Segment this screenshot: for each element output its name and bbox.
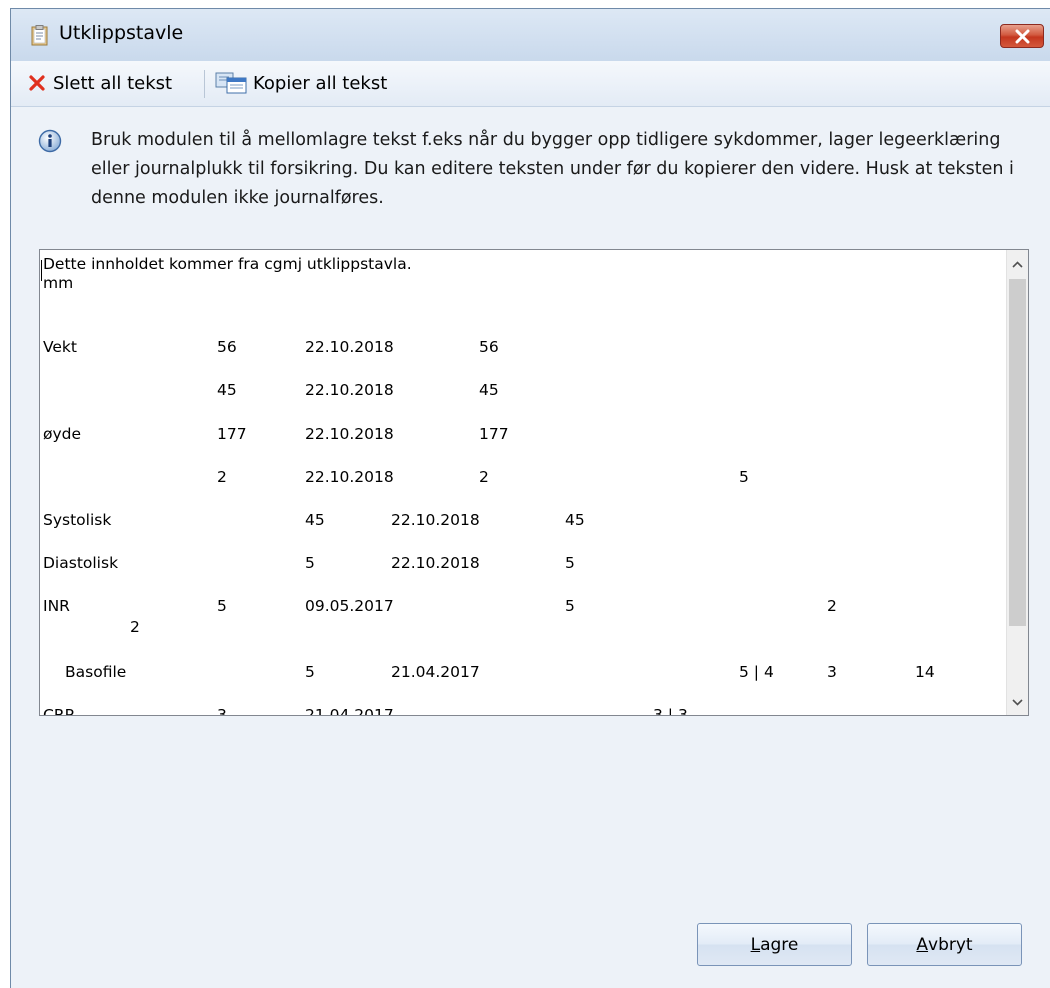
vertical-scrollbar[interactable] (1006, 250, 1028, 715)
text-cell: 56 (217, 338, 237, 357)
text-cell: 5 (217, 597, 227, 616)
toolbar: Slett all tekst Kopier all tekst (11, 61, 1050, 107)
text-cell: 22.10.2018 (305, 467, 394, 486)
text-cell: 56 (479, 338, 499, 357)
text-cell: 45 (479, 381, 499, 400)
text-cell: 22.10.2018 (305, 381, 394, 400)
editor-content: Dette innholdet kommer fra cgmj utklipps… (43, 255, 1006, 715)
clipboard-icon (31, 25, 48, 46)
text-cell: 22.10.2018 (391, 511, 480, 529)
text-cell: Systolisk (43, 511, 112, 529)
chevron-down-icon (1012, 698, 1023, 706)
copy-documents-icon (215, 72, 247, 94)
text-cell: 09.05.2017 (305, 597, 394, 616)
save-button-accelerator: L (750, 934, 761, 955)
text-cell: øyde (43, 424, 82, 443)
toolbar-separator (204, 70, 205, 98)
text-cell: Vekt (43, 338, 77, 357)
scroll-down-arrow[interactable] (1007, 691, 1028, 713)
save-button-label: agre (760, 934, 799, 955)
text-cell: 14 (915, 663, 935, 681)
text-cell: 5 (305, 663, 315, 681)
text-cell: 3 | 3 (653, 706, 688, 715)
text-cell: INR (43, 597, 70, 616)
text-cell: mm (43, 274, 74, 293)
cancel-button[interactable]: Avbryt (867, 923, 1022, 966)
red-x-icon (29, 75, 45, 91)
text-cell: 5 (565, 554, 575, 573)
close-button[interactable] (1000, 24, 1044, 48)
text-cell: 2 (130, 618, 140, 637)
text-caret (41, 260, 42, 281)
chevron-up-icon (1012, 260, 1023, 268)
text-cell: 3 (217, 706, 227, 715)
scroll-thumb[interactable] (1009, 279, 1026, 626)
text-cell: 21.04.2017 (305, 706, 394, 715)
save-button[interactable]: Lagre (697, 923, 852, 966)
text-cell: 5 (739, 467, 749, 486)
text-cell: 45 (305, 511, 325, 529)
text-cell: Diastolisk (43, 554, 119, 573)
copy-all-text-button[interactable]: Kopier all tekst (215, 69, 387, 97)
cancel-button-accelerator: A (916, 934, 929, 955)
clipboard-text-area[interactable]: Dette innholdet kommer fra cgmj utklipps… (39, 249, 1029, 716)
text-cell: 177 (217, 424, 247, 443)
info-icon (38, 129, 62, 153)
text-cell: CRP (43, 706, 74, 715)
text-cell: 22.10.2018 (305, 424, 394, 443)
text-cell: 2 (479, 467, 489, 486)
text-cell: Basofile (65, 663, 127, 681)
text-cell: 21.04.2017 (391, 663, 480, 681)
text-cell: 2 (827, 597, 837, 616)
scroll-up-arrow[interactable] (1007, 253, 1028, 275)
copy-all-text-label: Kopier all tekst (253, 72, 388, 94)
text-cell: 5 (305, 554, 315, 573)
clipboard-window: Utklippstavle Slett all tekst Kopier all… (10, 8, 1050, 988)
text-cell: 22.10.2018 (305, 338, 394, 357)
text-cell: Dette innholdet kommer fra cgmj utklipps… (43, 255, 412, 273)
close-icon (1015, 29, 1030, 44)
text-cell: 22.10.2018 (391, 554, 480, 573)
cancel-button-label: vbryt (928, 934, 973, 955)
text-cell: 2 (217, 467, 227, 486)
clear-all-text-button[interactable]: Slett all tekst (29, 69, 172, 97)
info-message: Bruk modulen til å mellomlagre tekst f.e… (91, 130, 1014, 208)
title-bar[interactable]: Utklippstavle (11, 9, 1050, 61)
text-cell: 177 (479, 424, 509, 443)
window-title: Utklippstavle (59, 22, 184, 44)
text-cell: 45 (565, 511, 585, 529)
text-cell: 5 (565, 597, 575, 616)
text-cell: 45 (217, 381, 237, 400)
text-cell: 5 | 4 (739, 663, 774, 681)
clear-all-text-label: Slett all tekst (53, 72, 173, 94)
text-cell: 3 (827, 663, 837, 681)
